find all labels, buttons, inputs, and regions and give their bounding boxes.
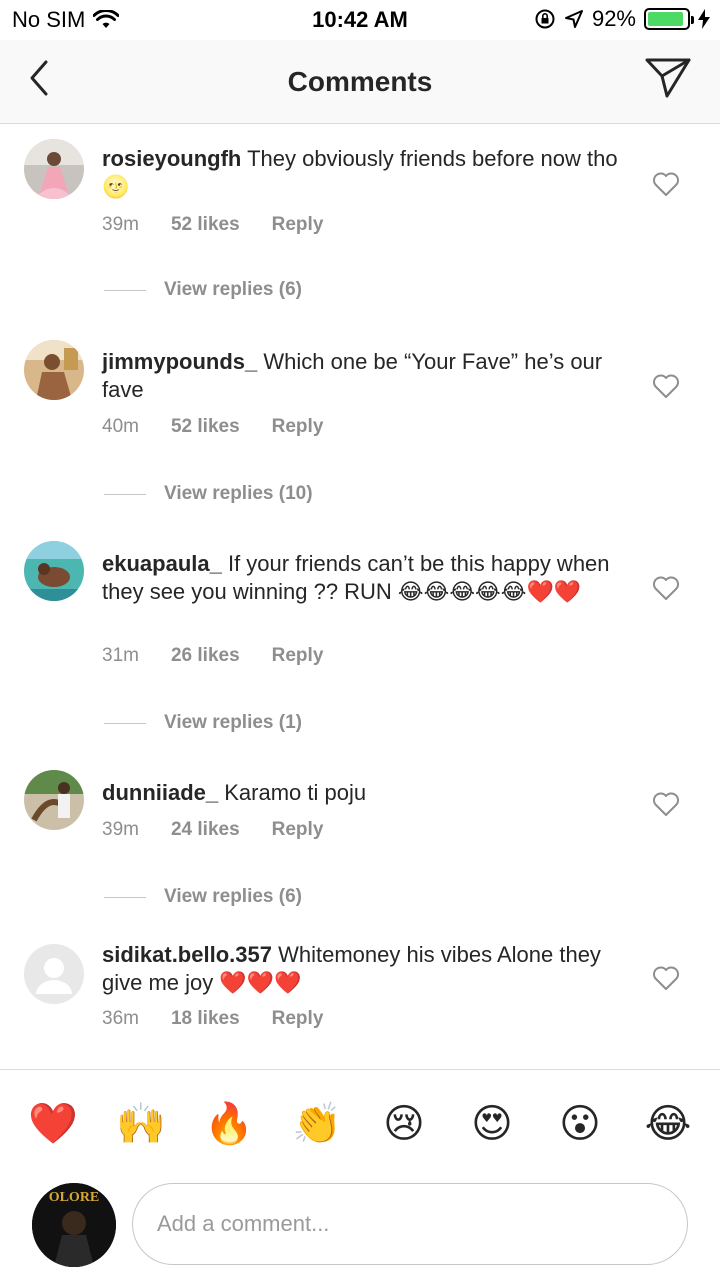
reply-button[interactable]: Reply	[272, 416, 324, 438]
divider-line	[104, 896, 146, 898]
fire-emoji-button[interactable]: 🔥	[204, 1100, 254, 1148]
avatar[interactable]	[24, 541, 84, 601]
status-bar: No SIM 10:42 AM 92%	[0, 0, 720, 40]
red-heart-emoji-button[interactable]: ❤️	[28, 1100, 78, 1148]
comment-meta: 31m 26 likes Reply	[102, 645, 323, 667]
heart-icon[interactable]	[652, 965, 680, 991]
divider-line	[104, 722, 146, 724]
reply-button[interactable]: Reply	[272, 214, 324, 236]
comment-text: dunniiade_ Karamo ti poju	[102, 779, 622, 807]
orientation-lock-icon	[535, 9, 555, 29]
avatar[interactable]: OLORE	[32, 1183, 116, 1267]
comment-username[interactable]: jimmypounds_	[102, 349, 257, 374]
clapping-hands-emoji-button[interactable]: 👏	[292, 1100, 342, 1148]
heart-icon[interactable]	[652, 373, 680, 399]
avatar[interactable]	[24, 340, 84, 400]
avatar[interactable]	[24, 770, 84, 830]
comment-likes[interactable]: 18 likes	[171, 1008, 240, 1030]
comment-username[interactable]: ekuapaula_	[102, 551, 222, 576]
view-replies-label: View replies (6)	[164, 886, 302, 907]
comment-likes[interactable]: 52 likes	[171, 214, 240, 236]
battery-level	[648, 12, 683, 26]
divider-line	[104, 289, 146, 291]
reply-button[interactable]: Reply	[272, 1008, 324, 1030]
comment-text: sidikat.bello.357 Whitemoney his vibes A…	[102, 941, 622, 997]
reply-button[interactable]: Reply	[272, 819, 324, 841]
page-title: Comments	[287, 66, 433, 97]
comment-time: 39m	[102, 819, 139, 840]
comment-likes[interactable]: 24 likes	[171, 819, 240, 841]
comment-time: 39m	[102, 214, 139, 235]
comment-time: 40m	[102, 416, 139, 437]
reply-button[interactable]: Reply	[272, 645, 324, 667]
divider-line	[104, 493, 146, 495]
comment-composer: OLORE	[0, 1180, 720, 1280]
comment-time: 36m	[102, 1008, 139, 1029]
battery-percent: 92%	[591, 6, 636, 31]
heart-icon[interactable]	[652, 575, 680, 601]
charging-bolt-icon	[698, 9, 710, 29]
comment-meta: 39m 24 likes Reply	[102, 819, 323, 841]
comment-input[interactable]	[132, 1183, 688, 1265]
tears-of-joy-emoji-button[interactable]: 😂	[644, 1100, 692, 1148]
comment-username[interactable]: rosieyoungfh	[102, 146, 241, 171]
avatar[interactable]	[24, 139, 84, 199]
comment-text: rosieyoungfh They obviously friends befo…	[102, 145, 622, 201]
comment-username[interactable]: sidikat.bello.357	[102, 942, 272, 967]
comment-time: 31m	[102, 645, 139, 666]
crying-face-emoji-button[interactable]: 😢	[380, 1100, 428, 1148]
location-icon	[564, 10, 583, 28]
view-replies-button[interactable]: View replies (10)	[104, 483, 313, 505]
avatar[interactable]	[24, 944, 84, 1004]
raising-hands-emoji-button[interactable]: 🙌	[116, 1100, 166, 1148]
comment-meta: 39m 52 likes Reply	[102, 214, 323, 236]
view-replies-button[interactable]: View replies (6)	[104, 279, 302, 301]
comment-meta: 36m 18 likes Reply	[102, 1008, 323, 1030]
battery-icon	[644, 8, 694, 30]
comment-message: Karamo ti poju	[224, 780, 367, 805]
heart-icon[interactable]	[652, 791, 680, 817]
view-replies-label: View replies (10)	[164, 483, 313, 504]
comment-likes[interactable]: 52 likes	[171, 416, 240, 438]
comment-meta: 40m 52 likes Reply	[102, 416, 323, 438]
comment-likes[interactable]: 26 likes	[171, 645, 240, 667]
view-replies-button[interactable]: View replies (6)	[104, 886, 302, 908]
view-replies-button[interactable]: View replies (1)	[104, 712, 302, 734]
surprised-face-emoji-button[interactable]: 😮	[556, 1100, 604, 1148]
comment-username[interactable]: dunniiade_	[102, 780, 218, 805]
comment-text: jimmypounds_ Which one be “Your Fave” he…	[102, 348, 622, 404]
view-replies-label: View replies (1)	[164, 712, 302, 733]
avatar-logo-text: OLORE	[49, 1190, 100, 1205]
heart-eyes-emoji-button[interactable]: 😍	[468, 1100, 516, 1148]
emoji-bar: ❤️ 🙌 🔥 👏 😢 😍 😮 😂	[0, 1069, 720, 1179]
paper-plane-icon[interactable]	[644, 56, 692, 100]
nav-bar: Comments	[0, 40, 720, 124]
status-right: 92%	[534, 6, 710, 32]
heart-icon[interactable]	[652, 171, 680, 197]
comment-text: ekuapaula_ If your friends can’t be this…	[102, 550, 622, 606]
view-replies-label: View replies (6)	[164, 279, 302, 300]
